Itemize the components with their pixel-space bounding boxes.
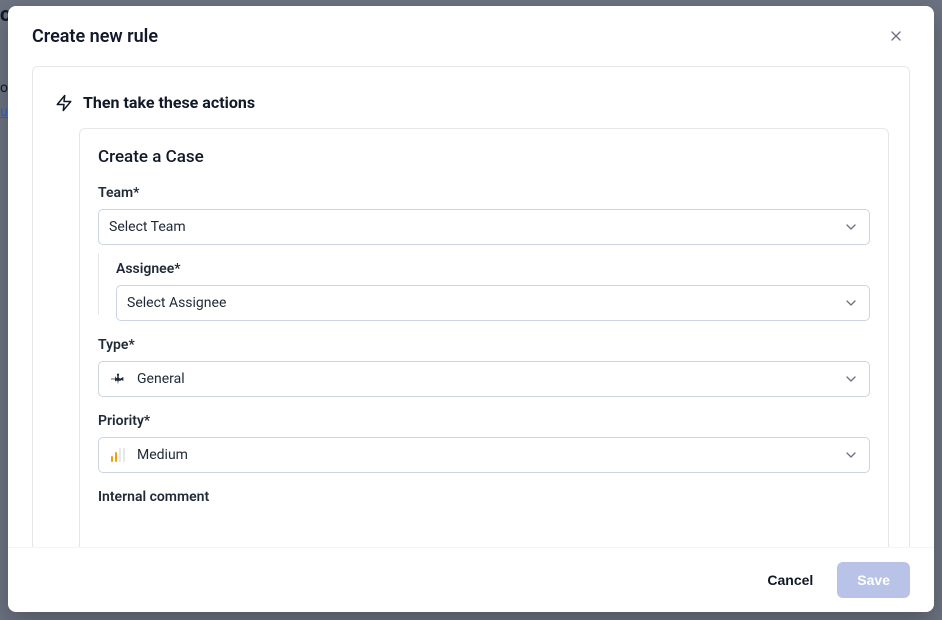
close-icon [888, 28, 904, 44]
pin-icon [109, 370, 127, 388]
priority-select[interactable]: Medium [98, 437, 870, 473]
rule-panel: Then take these actions Create a Case Te… [32, 66, 910, 547]
modal-title: Create new rule [32, 26, 158, 47]
create-rule-modal: Create new rule Then take these actions … [8, 6, 934, 612]
background-text: o [0, 80, 8, 96]
team-select-value: Select Team [109, 219, 186, 235]
modal-footer: Cancel Save [8, 547, 934, 612]
chevron-down-icon [843, 371, 859, 387]
actions-section-title: Then take these actions [83, 93, 255, 112]
actions-section-header: Then take these actions [33, 67, 909, 128]
priority-medium-icon [109, 446, 127, 464]
assignee-field: Assignee* Select Assignee [116, 261, 870, 321]
type-label: Type* [98, 337, 870, 353]
save-button[interactable]: Save [837, 562, 910, 598]
team-select[interactable]: Select Team [98, 209, 870, 245]
type-select-value: General [137, 371, 185, 387]
priority-field: Priority* Medium [98, 413, 870, 473]
create-case-card: Create a Case Team* Select Team Assignee… [79, 128, 889, 547]
assignee-label: Assignee* [116, 261, 870, 277]
chevron-down-icon [843, 447, 859, 463]
type-select[interactable]: General [98, 361, 870, 397]
assignee-select-value: Select Assignee [127, 295, 226, 311]
priority-select-value: Medium [137, 447, 188, 463]
chevron-down-icon [843, 219, 859, 235]
modal-body: Then take these actions Create a Case Te… [8, 66, 934, 547]
type-field: Type* General [98, 337, 870, 397]
internal-comment-field: Internal comment [98, 489, 870, 505]
card-title: Create a Case [98, 147, 870, 167]
chevron-down-icon [843, 295, 859, 311]
assignee-select[interactable]: Select Assignee [116, 285, 870, 321]
team-field: Team* Select Team [98, 185, 870, 245]
internal-comment-label: Internal comment [98, 489, 870, 505]
lightning-icon [55, 94, 73, 112]
cancel-button[interactable]: Cancel [761, 564, 819, 596]
priority-label: Priority* [98, 413, 870, 429]
modal-header: Create new rule [8, 6, 934, 66]
team-label: Team* [98, 185, 870, 201]
close-button[interactable] [882, 22, 910, 50]
